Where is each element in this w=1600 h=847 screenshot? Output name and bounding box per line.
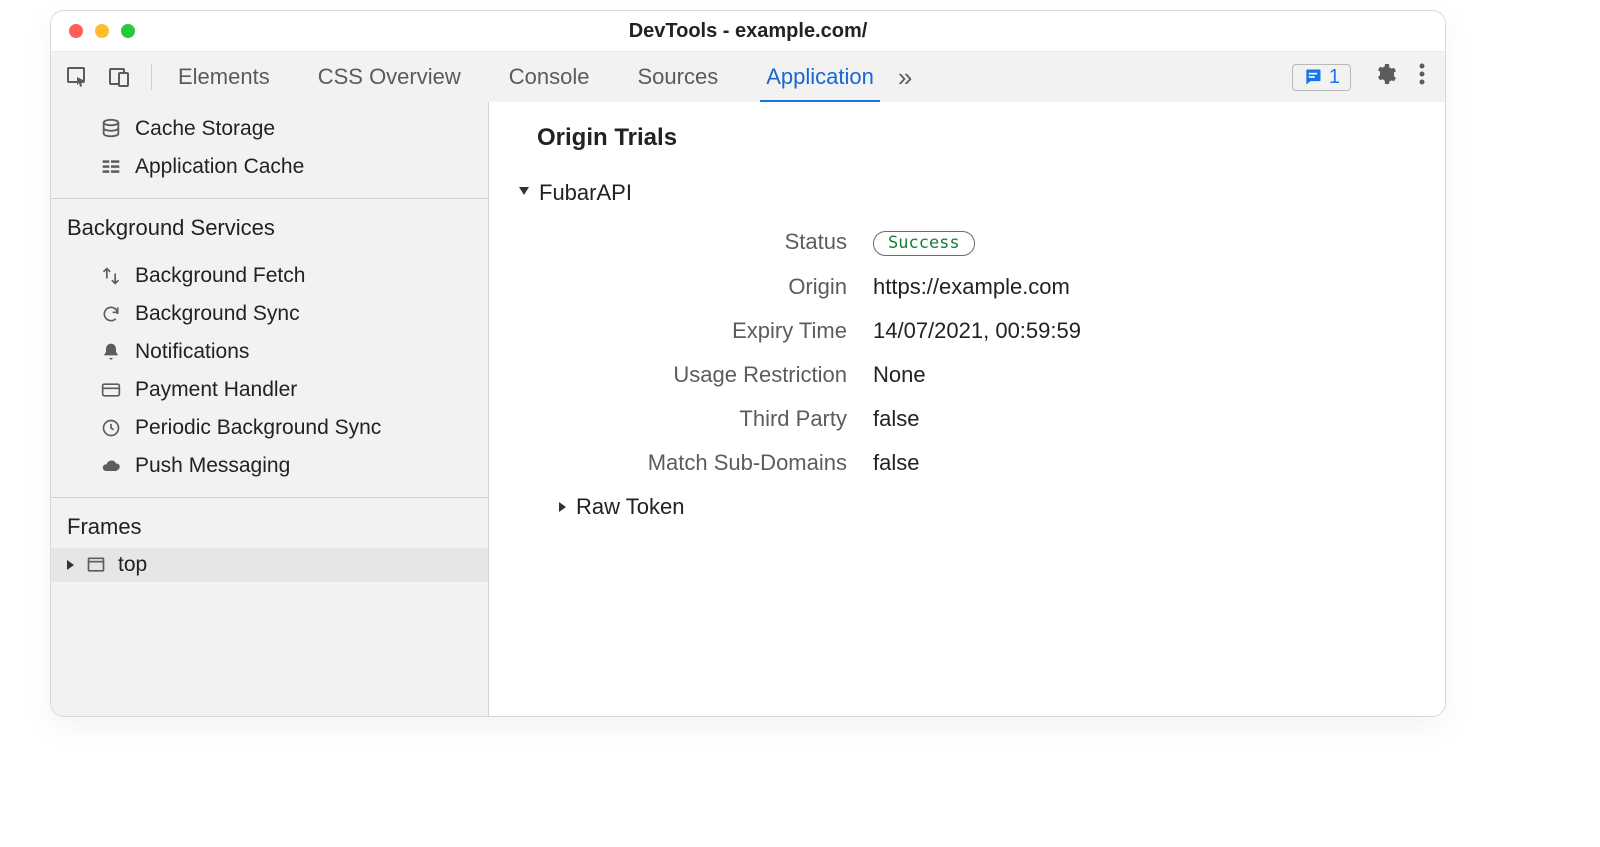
frame-top[interactable]: top xyxy=(51,548,488,582)
sub-domains-label: Match Sub-Domains xyxy=(537,450,873,476)
sidebar-item-application-cache[interactable]: Application Cache xyxy=(51,148,488,186)
third-party-label: Third Party xyxy=(537,406,873,432)
devtools-window: DevTools - example.com/ Elements CSS Ove… xyxy=(50,10,1446,717)
expiry-label: Expiry Time xyxy=(537,318,873,344)
tab-elements[interactable]: Elements xyxy=(178,52,270,102)
sidebar-item-background-sync[interactable]: Background Sync xyxy=(51,295,488,333)
collapse-triangle-icon[interactable] xyxy=(519,187,529,200)
origin-label: Origin xyxy=(537,274,873,300)
toolbar-separator xyxy=(151,64,152,90)
sub-domains-value: false xyxy=(873,450,919,476)
window-controls xyxy=(51,24,135,38)
tab-sources[interactable]: Sources xyxy=(637,52,718,102)
status-label: Status xyxy=(537,229,873,255)
credit-card-icon xyxy=(99,380,123,400)
raw-token-label: Raw Token xyxy=(576,494,684,520)
window-title: DevTools - example.com/ xyxy=(51,20,1445,43)
trial-row[interactable]: FubarAPI xyxy=(519,180,1445,206)
sidebar-item-label: Payment Handler xyxy=(135,375,297,405)
sidebar-item-payment-handler[interactable]: Payment Handler xyxy=(51,371,488,409)
application-sidebar: Cache Storage Application Cache Backgrou… xyxy=(51,102,489,716)
sidebar-item-cache-storage[interactable]: Cache Storage xyxy=(51,110,488,148)
usage-label: Usage Restriction xyxy=(537,362,873,388)
panel-tabs: Elements CSS Overview Console Sources Ap… xyxy=(178,52,874,102)
usage-value: None xyxy=(873,362,926,388)
sidebar-item-push-messaging[interactable]: Push Messaging xyxy=(51,447,488,485)
bell-icon xyxy=(99,342,123,362)
frame-label: top xyxy=(118,553,147,577)
tab-css-overview[interactable]: CSS Overview xyxy=(318,52,461,102)
panel-title: Origin Trials xyxy=(537,124,1445,152)
raw-token-row[interactable]: Raw Token xyxy=(559,494,1445,520)
devtools-toolbar: Elements CSS Overview Console Sources Ap… xyxy=(51,52,1445,103)
sidebar-section-frames[interactable]: Frames xyxy=(51,498,488,548)
sidebar-item-label: Push Messaging xyxy=(135,451,290,481)
cloud-icon xyxy=(99,456,123,476)
expiry-value: 14/07/2021, 00:59:59 xyxy=(873,318,1081,344)
grid-icon xyxy=(99,157,123,177)
expand-triangle-icon[interactable] xyxy=(559,502,566,512)
chat-icon xyxy=(1303,67,1323,87)
tab-console[interactable]: Console xyxy=(509,52,590,102)
third-party-value: false xyxy=(873,406,919,432)
sidebar-item-background-fetch[interactable]: Background Fetch xyxy=(51,257,488,295)
inspect-icon[interactable] xyxy=(65,65,89,89)
window-icon xyxy=(84,555,108,575)
clock-icon xyxy=(99,418,123,438)
settings-icon[interactable] xyxy=(1373,62,1397,92)
sidebar-item-label: Background Fetch xyxy=(135,261,305,291)
database-icon xyxy=(99,118,123,140)
issues-badge[interactable]: 1 xyxy=(1292,64,1351,91)
maximize-button[interactable] xyxy=(121,24,135,38)
sync-icon xyxy=(99,304,123,324)
status-badge: Success xyxy=(873,231,975,256)
trial-name: FubarAPI xyxy=(539,180,632,206)
sidebar-item-label: Periodic Background Sync xyxy=(135,413,381,443)
kebab-menu-icon[interactable] xyxy=(1419,62,1425,92)
sidebar-item-label: Cache Storage xyxy=(135,114,275,144)
more-tabs-button[interactable]: » xyxy=(874,62,912,93)
close-button[interactable] xyxy=(69,24,83,38)
sidebar-item-label: Background Sync xyxy=(135,299,300,329)
sidebar-item-periodic-bg-sync[interactable]: Periodic Background Sync xyxy=(51,409,488,447)
transfer-icon xyxy=(99,266,123,286)
sidebar-item-notifications[interactable]: Notifications xyxy=(51,333,488,371)
sidebar-item-label: Application Cache xyxy=(135,152,304,182)
device-toggle-icon[interactable] xyxy=(107,65,131,89)
titlebar: DevTools - example.com/ xyxy=(51,11,1445,52)
sidebar-item-label: Notifications xyxy=(135,337,249,367)
issues-count: 1 xyxy=(1329,66,1340,89)
sidebar-section-background-services[interactable]: Background Services xyxy=(51,199,488,249)
minimize-button[interactable] xyxy=(95,24,109,38)
expand-triangle-icon[interactable] xyxy=(67,560,74,570)
origin-trials-panel: Origin Trials FubarAPI Status Success Or… xyxy=(489,102,1445,716)
origin-value: https://example.com xyxy=(873,274,1070,300)
tab-application[interactable]: Application xyxy=(766,52,874,102)
